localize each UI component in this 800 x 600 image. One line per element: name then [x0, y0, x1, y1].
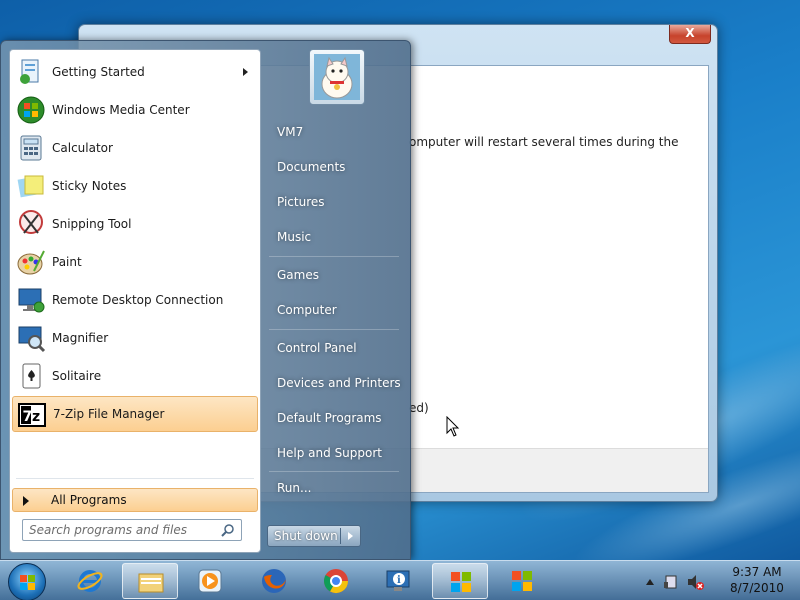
solitaire-icon [22, 363, 41, 389]
media-center-icon [17, 96, 45, 124]
magnifier-icon [18, 326, 46, 353]
show-hidden-icons-icon [646, 579, 654, 585]
taskbar-internet-explorer[interactable] [62, 563, 118, 599]
program-label: Windows Media Center [52, 103, 190, 117]
system-tray [644, 571, 714, 593]
snipping-tool-icon [19, 210, 43, 234]
windows-flag-icon [512, 571, 532, 591]
taskbar-media-player[interactable] [182, 563, 238, 599]
paint-icon [17, 250, 45, 275]
window-close-button[interactable]: X [669, 25, 711, 44]
taskbar-clock[interactable]: 9:37 AM 8/7/2010 [718, 564, 796, 596]
place-run[interactable]: Run... [267, 473, 401, 503]
shutdown-button[interactable]: Shut down [267, 525, 361, 547]
tray-icons [646, 575, 704, 590]
place-computer[interactable]: Computer [267, 295, 401, 325]
clock-time: 9:37 AM [732, 565, 782, 579]
internet-explorer-icon [77, 570, 103, 592]
place-pictures[interactable]: Pictures [267, 187, 401, 217]
program-label: 7-Zip File Manager [53, 407, 165, 421]
taskbar-windows-setup-2[interactable] [494, 563, 550, 599]
window-body-text: omputer will restart several times durin… [409, 135, 679, 149]
start-button[interactable] [8, 563, 46, 600]
place-devices-and-printers[interactable]: Devices and Printers [267, 368, 401, 398]
volume-icon [688, 575, 696, 589]
program-getting-started[interactable]: Getting Started [12, 54, 258, 90]
program-label: Sticky Notes [52, 179, 127, 193]
window-body-text-2: ed) [409, 401, 429, 415]
all-programs-button[interactable]: All Programs [12, 488, 258, 512]
program-label: Paint [52, 255, 82, 269]
mouse-cursor-icon [446, 416, 460, 437]
firefox-icon [262, 569, 286, 593]
windows-logo-icon [20, 575, 35, 590]
program-label: Remote Desktop Connection [52, 293, 224, 307]
user-picture-avatar[interactable] [309, 49, 365, 105]
windows-flag-icon [451, 572, 471, 592]
program-calculator[interactable]: Calculator [12, 130, 258, 166]
places-separator [269, 329, 399, 330]
search-icon[interactable] [221, 523, 235, 537]
taskbar: i 9:37 AM 8/7/2010 [0, 560, 800, 600]
clock-date: 8/7/2010 [730, 581, 784, 595]
programs-pane: Getting Started Windows Media Center Cal… [9, 49, 261, 553]
calculator-icon [20, 135, 42, 161]
program-7zip[interactable]: 7 z 7-Zip File Manager [12, 396, 258, 432]
program-label: Getting Started [52, 65, 145, 79]
media-player-icon [198, 569, 222, 593]
taskbar-windows-explorer[interactable] [122, 563, 178, 599]
program-solitaire[interactable]: Solitaire [12, 358, 258, 394]
place-control-panel[interactable]: Control Panel [267, 333, 401, 363]
program-label: Calculator [52, 141, 113, 155]
chrome-icon [323, 569, 348, 594]
shutdown-divider [340, 528, 341, 544]
place-default-programs[interactable]: Default Programs [267, 403, 401, 433]
places-separator [269, 256, 399, 257]
monitor-info-icon: i [386, 570, 410, 591]
place-music[interactable]: Music [267, 222, 401, 252]
submenu-arrow-icon [243, 68, 248, 76]
start-menu: Getting Started Windows Media Center Cal… [0, 40, 411, 560]
place-user-folder[interactable]: VM7 [267, 117, 401, 147]
shutdown-options-arrow-icon[interactable] [348, 532, 353, 540]
program-sticky-notes[interactable]: Sticky Notes [12, 168, 258, 204]
sticky-notes-icon [17, 175, 44, 198]
program-magnifier[interactable]: Magnifier [12, 320, 258, 356]
svg-text:z: z [32, 409, 40, 425]
program-windows-media-center[interactable]: Windows Media Center [12, 92, 258, 128]
program-paint[interactable]: Paint [12, 244, 258, 280]
svg-text:7: 7 [23, 409, 33, 425]
program-label: Snipping Tool [52, 217, 132, 231]
place-games[interactable]: Games [267, 260, 401, 290]
program-label: Solitaire [52, 369, 102, 383]
places-separator [269, 471, 399, 472]
place-help-and-support[interactable]: Help and Support [267, 438, 401, 468]
taskbar-firefox[interactable] [246, 563, 302, 599]
folder-icon [138, 573, 164, 593]
places-pane: VM7 Documents Pictures Music Games Compu… [263, 49, 409, 553]
search-placeholder: Search programs and files [29, 523, 187, 537]
menu-separator [16, 478, 254, 479]
taskbar-info-app[interactable]: i [370, 563, 426, 599]
all-programs-label: All Programs [51, 493, 127, 507]
lucky-cat-icon [314, 54, 360, 100]
place-documents[interactable]: Documents [267, 152, 401, 182]
seven-zip-icon: 7 z [18, 403, 46, 427]
program-remote-desktop[interactable]: Remote Desktop Connection [12, 282, 258, 318]
shutdown-label: Shut down [274, 529, 338, 543]
taskbar-chrome[interactable] [308, 563, 364, 599]
program-label: Magnifier [52, 331, 109, 345]
remote-desktop-icon [18, 288, 45, 313]
svg-text:i: i [397, 575, 401, 586]
taskbar-windows-setup[interactable] [432, 563, 488, 599]
search-input[interactable]: Search programs and files [22, 519, 242, 541]
program-snipping-tool[interactable]: Snipping Tool [12, 206, 258, 242]
getting-started-icon [20, 59, 39, 84]
expand-arrow-icon [23, 496, 29, 506]
